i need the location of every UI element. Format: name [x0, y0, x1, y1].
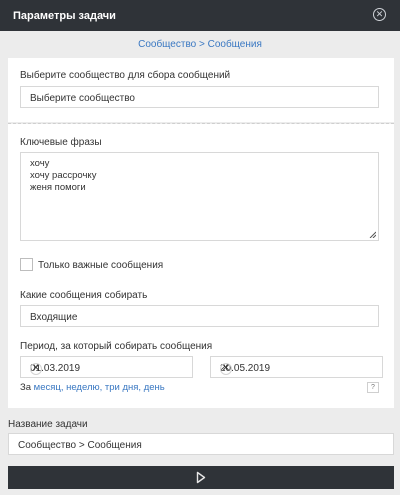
keyword-line: хочу рассрочку — [30, 170, 97, 181]
message-type-label: Какие сообщения собирать — [20, 290, 148, 301]
message-type-select[interactable]: Входящие — [20, 305, 379, 327]
quick-period-links: За месяц, неделю, три дня, день — [20, 382, 165, 393]
clear-date-to-icon[interactable]: ✕ — [220, 363, 232, 375]
task-name-value: Сообщество > Сообщения — [18, 440, 142, 451]
dialog-title: Параметры задачи — [13, 10, 116, 22]
period-link-three-days[interactable]: три дня, — [105, 382, 141, 393]
close-icon[interactable]: ✕ — [373, 8, 386, 21]
settings-panel: Ключевые фразы хочу хочу рассрочку женя … — [8, 124, 394, 408]
keywords-label: Ключевые фразы — [20, 137, 102, 148]
community-select[interactable]: Выберите сообщество — [20, 86, 379, 108]
date-from-field[interactable]: 01.03.2019 ✕ — [20, 356, 193, 378]
period-link-month[interactable]: месяц, — [34, 382, 64, 393]
important-only-label: Только важные сообщения — [38, 260, 164, 271]
community-panel: Выберите сообщество для сбора сообщений … — [8, 58, 394, 122]
period-link-week[interactable]: неделю, — [66, 382, 102, 393]
keyword-line: женя помоги — [30, 182, 86, 193]
dialog-titlebar: Параметры задачи ✕ — [0, 0, 400, 31]
run-button[interactable] — [8, 466, 394, 489]
keyword-line: хочу — [30, 158, 50, 169]
message-type-value: Входящие — [30, 312, 78, 323]
help-icon[interactable]: ? — [367, 382, 379, 393]
important-only-checkbox[interactable] — [20, 258, 33, 271]
community-select-value: Выберите сообщество — [30, 93, 135, 104]
clear-date-from-icon[interactable]: ✕ — [30, 363, 42, 375]
play-icon — [196, 471, 206, 484]
resize-handle-icon[interactable] — [369, 231, 376, 238]
quick-period-prefix: За — [20, 382, 32, 393]
breadcrumb[interactable]: Сообщество > Сообщения — [0, 39, 400, 50]
task-name-input[interactable]: Сообщество > Сообщения — [8, 433, 394, 455]
date-to-field[interactable]: 20.05.2019 ✕ — [210, 356, 383, 378]
community-label: Выберите сообщество для сбора сообщений — [20, 70, 231, 81]
task-name-label: Название задачи — [8, 419, 88, 430]
period-label: Период, за который собирать сообщения — [20, 341, 213, 352]
period-link-day[interactable]: день — [144, 382, 165, 393]
keywords-textarea[interactable]: хочу хочу рассрочку женя помоги — [20, 152, 379, 241]
